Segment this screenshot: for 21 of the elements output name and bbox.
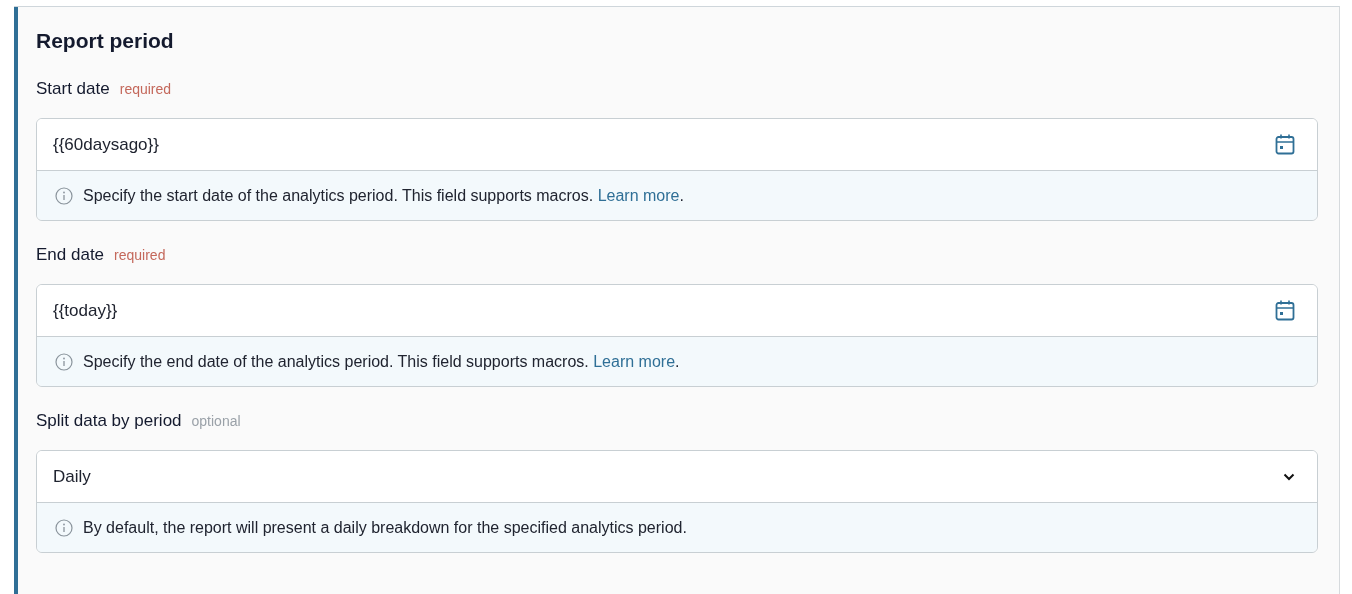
field-requirement: optional — [191, 413, 241, 429]
field-label: Start date — [36, 79, 110, 99]
help-text: Specify the end date of the analytics period. This field supports macros. Learn more. — [83, 352, 680, 371]
help-text: Specify the start date of the analytics period. This field supports macros. Learn more. — [83, 186, 684, 205]
info-icon — [55, 518, 73, 537]
calendar-icon[interactable] — [1275, 300, 1295, 321]
chevron-down-icon — [1283, 472, 1295, 481]
info-icon — [55, 186, 73, 205]
calendar-icon[interactable] — [1275, 134, 1295, 155]
learn-more-link[interactable]: Learn more — [597, 186, 680, 204]
field-label: End date — [36, 245, 105, 265]
date-field[interactable]: {{60daysago}} — [37, 119, 1317, 171]
date-field[interactable]: {{today}} — [37, 285, 1317, 337]
field-requirement: required — [114, 247, 166, 263]
field-label: Split data by period — [36, 411, 182, 431]
period-dropdown[interactable]: Daily — [37, 451, 1317, 503]
section-title: Report period — [36, 29, 175, 53]
learn-more-link[interactable]: Learn more — [593, 352, 676, 370]
field-requirement: required — [119, 81, 172, 97]
help-text: By default, the report will present a daily breakdown for the specified analytics period. — [83, 518, 687, 537]
info-icon — [55, 352, 73, 371]
